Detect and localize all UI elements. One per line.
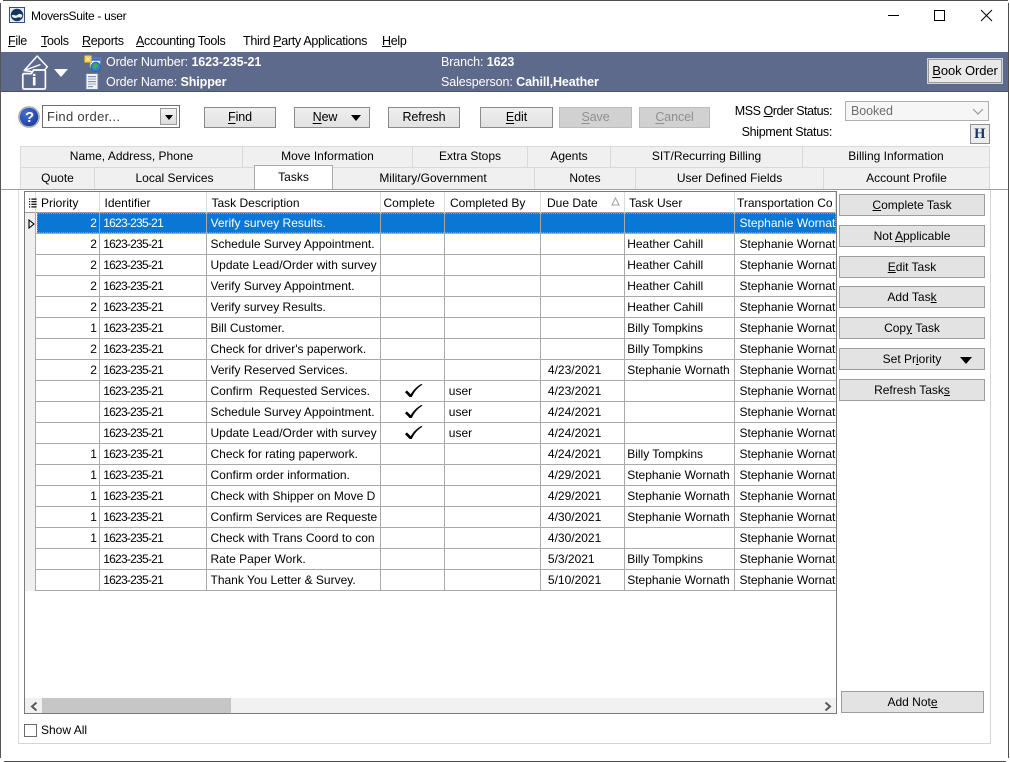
svg-text:?: ?: [25, 109, 34, 126]
